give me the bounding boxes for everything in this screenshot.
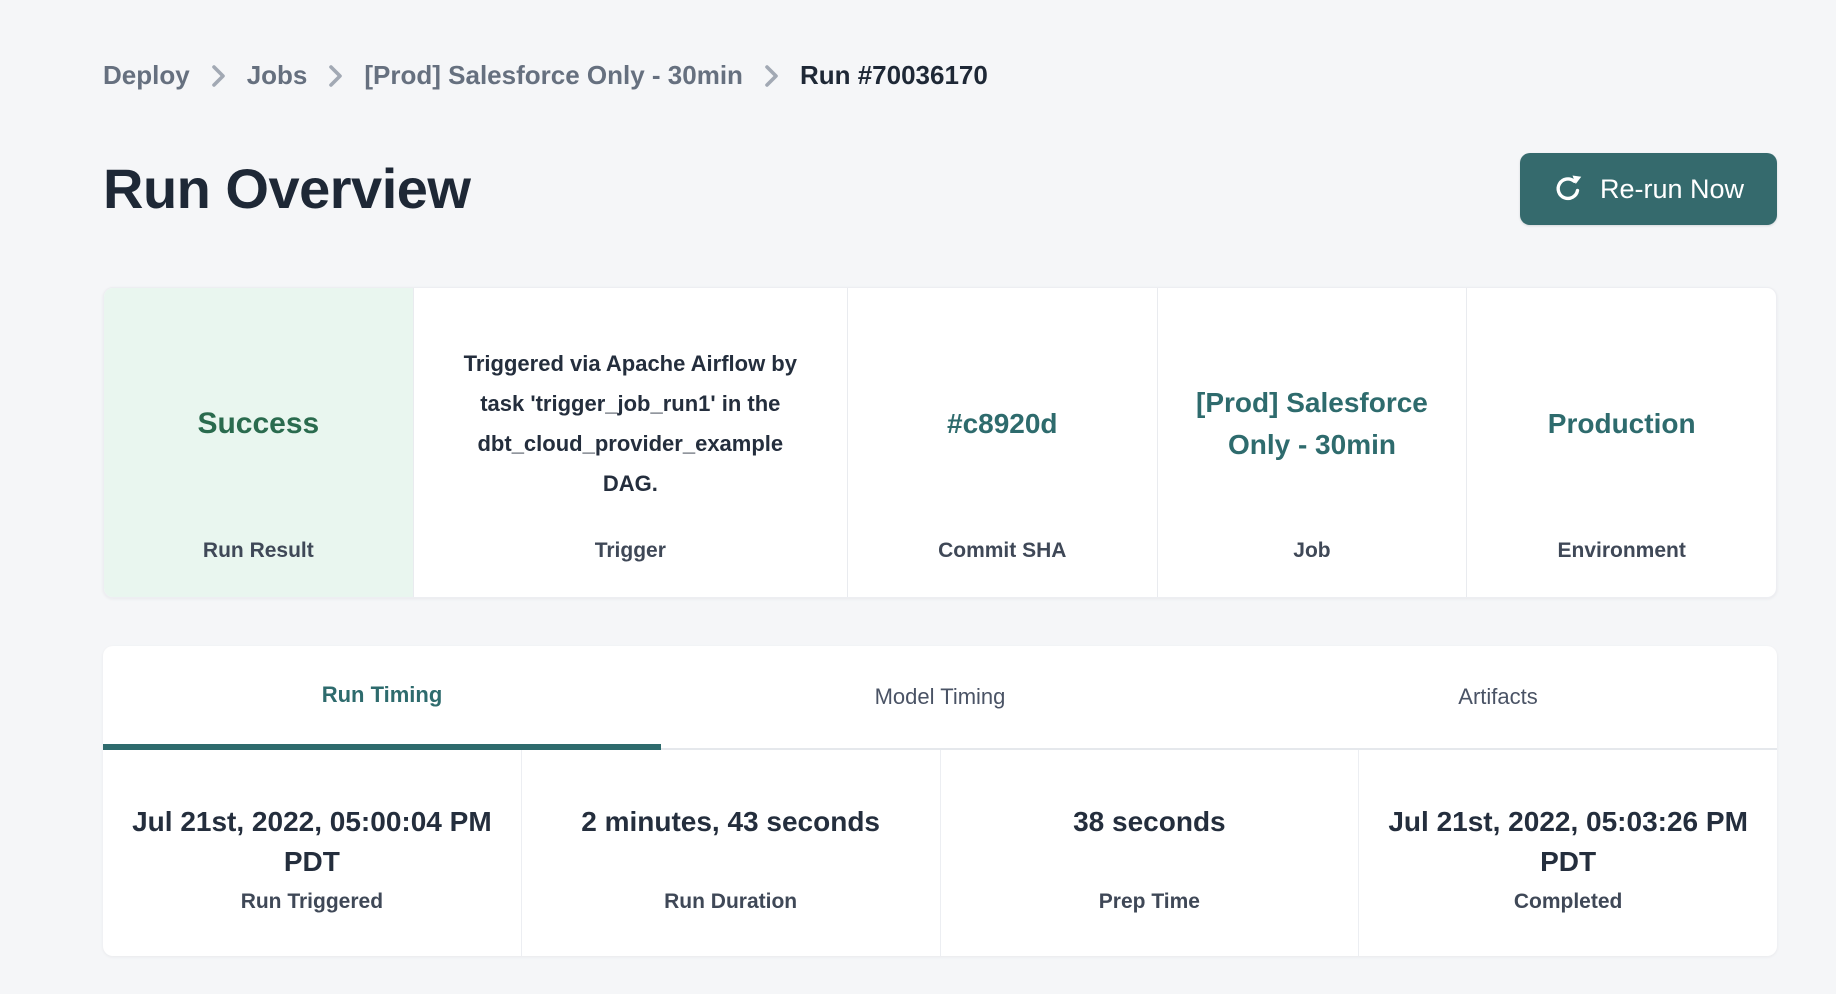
run-triggered-value: Jul 21st, 2022, 05:00:04 PM PDT [112, 802, 512, 882]
breadcrumb-job-name[interactable]: [Prod] Salesforce Only - 30min [364, 60, 743, 91]
trigger-label: Trigger [595, 539, 666, 563]
breadcrumb-deploy[interactable]: Deploy [103, 60, 190, 91]
completed-cell: Jul 21st, 2022, 05:03:26 PM PDT Complete… [1358, 750, 1777, 956]
commit-sha-card: #c8920d Commit SHA [847, 288, 1157, 597]
environment-link[interactable]: Production [1548, 403, 1696, 445]
run-duration-value: 2 minutes, 43 seconds [581, 802, 880, 882]
prep-time-value: 38 seconds [1073, 802, 1226, 882]
trigger-value: Triggered via Apache Airflow by task 'tr… [452, 344, 808, 504]
tab-artifacts[interactable]: Artifacts [1219, 646, 1777, 750]
run-triggered-cell: Jul 21st, 2022, 05:00:04 PM PDT Run Trig… [103, 750, 521, 956]
chevron-right-icon [211, 64, 226, 88]
breadcrumb: Deploy Jobs [Prod] Salesforce Only - 30m… [103, 0, 1777, 91]
run-triggered-label: Run Triggered [241, 890, 383, 914]
breadcrumb-current-run: Run #70036170 [800, 60, 988, 91]
rerun-now-button[interactable]: Re-run Now [1520, 153, 1777, 225]
job-link[interactable]: [Prod] Salesforce Only - 30min [1187, 382, 1437, 466]
environment-card: Production Environment [1466, 288, 1776, 597]
run-result-label: Run Result [203, 539, 314, 563]
chevron-right-icon [328, 64, 343, 88]
environment-label: Environment [1558, 539, 1686, 563]
run-overview-page: Deploy Jobs [Prod] Salesforce Only - 30m… [0, 0, 1836, 956]
run-summary-cards: Success Run Result Triggered via Apache … [103, 287, 1777, 598]
run-details-panel: Run Timing Model Timing Artifacts Jul 21… [103, 646, 1777, 956]
prep-time-label: Prep Time [1099, 890, 1200, 914]
prep-time-cell: 38 seconds Prep Time [940, 750, 1359, 956]
chevron-right-icon [764, 64, 779, 88]
run-details-tabs: Run Timing Model Timing Artifacts [103, 646, 1777, 750]
breadcrumb-jobs[interactable]: Jobs [247, 60, 308, 91]
refresh-icon [1553, 174, 1583, 204]
completed-value: Jul 21st, 2022, 05:03:26 PM PDT [1368, 802, 1768, 882]
trigger-card: Triggered via Apache Airflow by task 'tr… [413, 288, 847, 597]
commit-sha-label: Commit SHA [938, 539, 1066, 563]
job-card: [Prod] Salesforce Only - 30min Job [1157, 288, 1467, 597]
job-label: Job [1293, 539, 1330, 563]
rerun-now-label: Re-run Now [1600, 174, 1744, 205]
tab-run-timing[interactable]: Run Timing [103, 646, 661, 750]
tab-model-timing[interactable]: Model Timing [661, 646, 1219, 750]
page-title: Run Overview [103, 155, 470, 223]
completed-label: Completed [1514, 890, 1623, 914]
page-header: Run Overview Re-run Now [103, 153, 1777, 225]
run-result-value: Success [197, 407, 319, 441]
run-timing-row: Jul 21st, 2022, 05:00:04 PM PDT Run Trig… [103, 750, 1777, 956]
run-duration-label: Run Duration [664, 890, 797, 914]
commit-sha-link[interactable]: #c8920d [947, 403, 1058, 445]
run-duration-cell: 2 minutes, 43 seconds Run Duration [521, 750, 940, 956]
run-result-card: Success Run Result [104, 288, 413, 597]
